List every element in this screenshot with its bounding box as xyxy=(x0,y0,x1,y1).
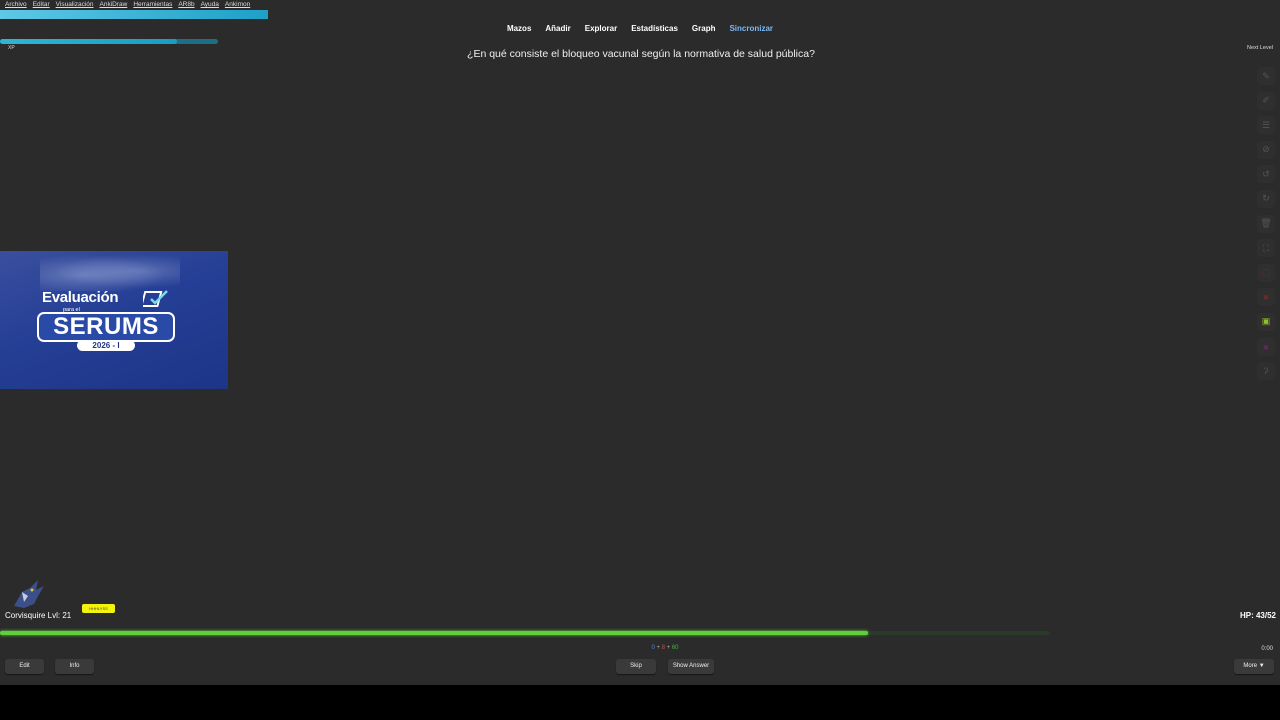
checklist-icon xyxy=(143,290,168,307)
xp-bar xyxy=(0,39,218,44)
redo-icon[interactable]: ↻ xyxy=(1257,189,1275,208)
fullscreen-icon[interactable]: ⛶ xyxy=(1257,239,1275,258)
red-fill-icon[interactable]: ■ xyxy=(1257,288,1275,307)
hp-bar xyxy=(0,631,1050,635)
pokemon-name-level: Corvisquire Lvl: 21 xyxy=(5,611,72,620)
top-navigation: Mazos Añadir Explorar Estadísticas Graph… xyxy=(0,24,1280,33)
nav-estadisticas[interactable]: Estadísticas xyxy=(624,24,685,33)
pencil-icon[interactable]: ✎ xyxy=(1257,67,1275,85)
red-color-icon[interactable]: ▢ xyxy=(1257,263,1275,282)
serums-banner-image: Evaluación para el SERUMS 2026 - I xyxy=(0,251,228,389)
undo-icon[interactable]: ↺ xyxy=(1257,165,1275,184)
top-progress-strip xyxy=(0,10,268,19)
pokemon-sprite xyxy=(14,580,44,608)
menu-bar: Archivo Editar Visualización AnkiDraw He… xyxy=(0,0,250,10)
pen-icon[interactable]: ✐ xyxy=(1257,91,1275,110)
banner-year: 2026 - I xyxy=(77,340,135,351)
nav-graph[interactable]: Graph xyxy=(685,24,723,33)
menu-herramientas[interactable]: Herramientas xyxy=(133,0,172,10)
count-separator: + xyxy=(665,645,672,651)
eye-off-icon[interactable]: ⊘ xyxy=(1257,140,1275,159)
edit-button[interactable]: Edit xyxy=(5,659,44,674)
nav-anadir[interactable]: Añadir xyxy=(538,24,577,33)
pokemon-badge: HHHLYSS xyxy=(82,604,115,613)
hp-bar-fill xyxy=(0,631,869,635)
menu-ankidraw[interactable]: AnkiDraw xyxy=(100,0,128,10)
menu-ankimon[interactable]: Ankimon xyxy=(225,0,250,10)
list-icon[interactable]: ☰ xyxy=(1257,116,1275,135)
green-color-icon[interactable]: ▣ xyxy=(1257,312,1275,331)
due-counts: 0 + 8 + 60 xyxy=(0,645,1280,651)
menu-ar8b[interactable]: AR8b xyxy=(178,0,194,10)
nav-explorar[interactable]: Explorar xyxy=(578,24,624,33)
show-answer-button[interactable]: Show Answer xyxy=(668,659,714,674)
trash-icon[interactable]: 🗑 xyxy=(1257,214,1275,233)
pokemon-hp: HP: 43/52 xyxy=(1239,611,1276,620)
info-button[interactable]: Info xyxy=(55,659,94,674)
menu-archivo[interactable]: Archivo xyxy=(5,0,27,10)
count-separator: + xyxy=(654,645,662,651)
anki-window: Archivo Editar Visualización AnkiDraw He… xyxy=(0,0,1280,685)
more-button[interactable]: More ▼ xyxy=(1234,659,1274,674)
card-question: ¿En qué consiste el bloqueo vacunal segú… xyxy=(467,48,815,60)
purple-color-icon[interactable]: ■ xyxy=(1257,337,1275,356)
card-timer: 0:00 xyxy=(1261,646,1273,652)
banner-serums: SERUMS xyxy=(37,312,175,342)
drawing-toolbar: ✎ ✐ ☰ ⊘ ↺ ↻ 🗑 ⛶ ▢ ■ ▣ ■ ʔ xyxy=(1257,67,1275,387)
menu-visualizacion[interactable]: Visualización xyxy=(56,0,94,10)
banner-title: Evaluación xyxy=(42,289,119,306)
nav-sincronizar[interactable]: Sincronizar xyxy=(722,24,780,33)
skip-button[interactable]: Skip xyxy=(616,659,656,674)
review-count: 60 xyxy=(671,645,679,651)
ear-icon[interactable]: ʔ xyxy=(1257,362,1275,381)
nav-mazos[interactable]: Mazos xyxy=(500,24,538,33)
menu-editar[interactable]: Editar xyxy=(33,0,50,10)
xp-bar-fill xyxy=(0,39,177,44)
menu-ayuda[interactable]: Ayuda xyxy=(201,0,219,10)
next-level-label: Next Level xyxy=(1247,45,1273,51)
banner-crowd-graphic xyxy=(40,251,180,291)
